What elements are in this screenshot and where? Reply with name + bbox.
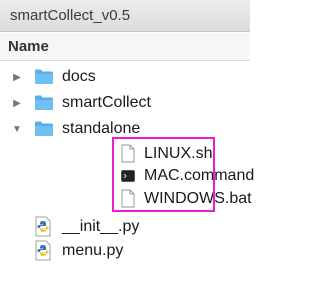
window-title: smartCollect_v0.5 — [10, 7, 131, 24]
python-file-icon — [35, 240, 51, 261]
item-label: MAC.command — [144, 167, 255, 184]
item-label: WINDOWS.bat — [144, 190, 252, 207]
name-column-header[interactable]: Name — [0, 33, 250, 61]
folder-icon — [35, 69, 53, 84]
list-item-standalone[interactable]: ▼ standalone — [0, 116, 250, 142]
window-titlebar: smartCollect_v0.5 — [0, 0, 250, 32]
disclosure-triangle-collapsed-icon[interactable]: ▶ — [12, 71, 22, 83]
name-column-label: Name — [8, 38, 49, 55]
disclosure-triangle-collapsed-icon[interactable]: ▶ — [12, 97, 22, 109]
terminal-icon — [121, 170, 135, 182]
folder-icon — [35, 95, 53, 110]
item-label: menu.py — [62, 242, 124, 259]
list-item-docs[interactable]: ▶ docs — [0, 64, 250, 90]
document-icon — [121, 144, 135, 163]
disclosure-triangle-expanded-icon[interactable]: ▼ — [12, 123, 22, 135]
list-item-windows-bat[interactable]: WINDOWS.bat — [0, 186, 252, 212]
python-file-icon — [35, 216, 51, 237]
item-label: __init__.py — [62, 218, 140, 235]
item-label: standalone — [62, 120, 141, 137]
list-item-smartcollect[interactable]: ▶ smartCollect — [0, 90, 250, 116]
list-item-init-py[interactable]: __init__.py — [0, 214, 250, 240]
document-icon — [121, 189, 135, 208]
folder-icon — [35, 121, 53, 136]
item-label: LINUX.sh — [144, 145, 213, 162]
list-item-menu-py[interactable]: menu.py — [0, 238, 250, 264]
item-label: smartCollect — [62, 94, 151, 111]
item-label: docs — [62, 68, 96, 85]
